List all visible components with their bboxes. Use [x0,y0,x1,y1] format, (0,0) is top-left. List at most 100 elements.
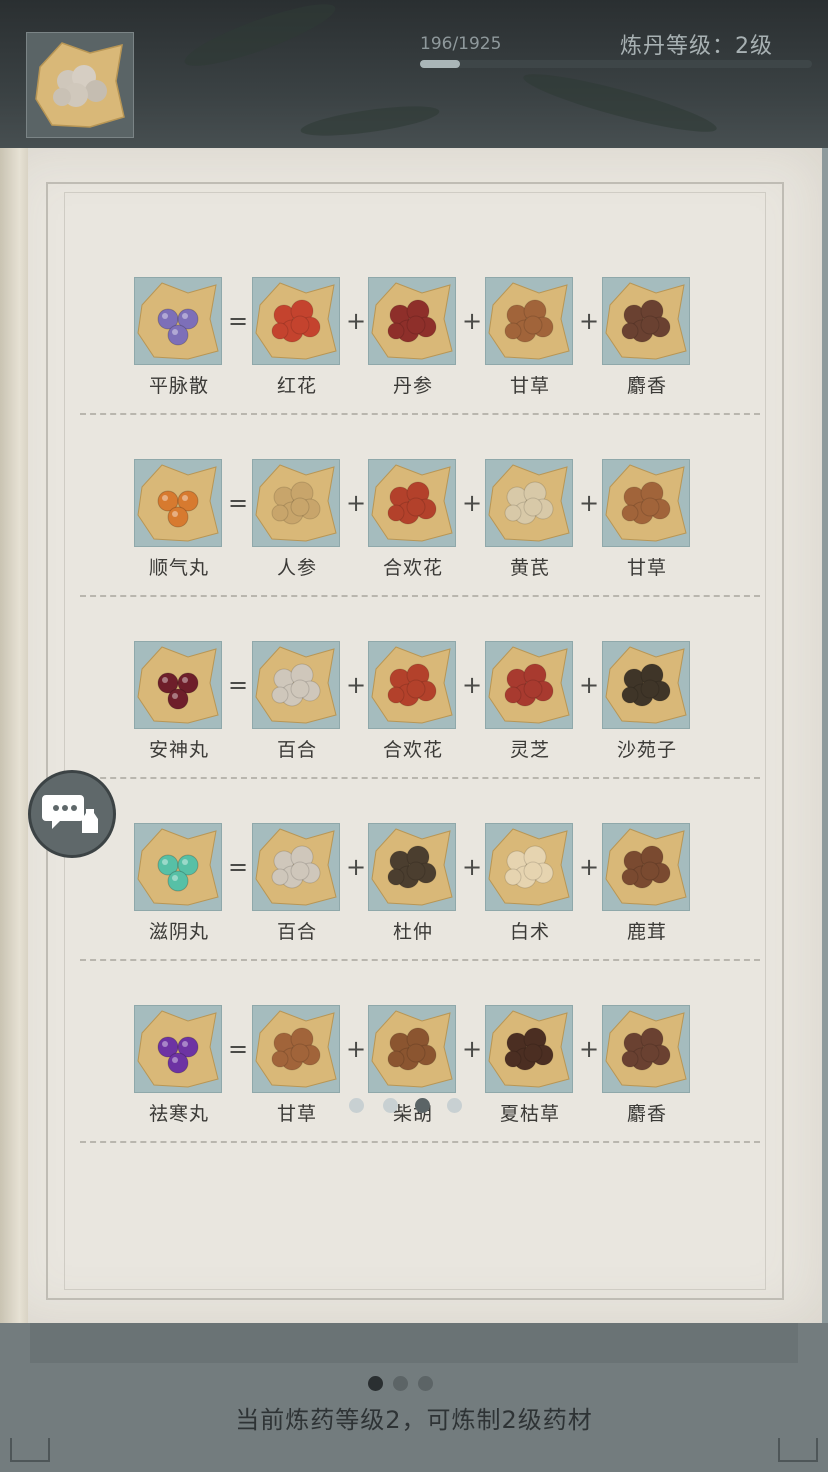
page-dot[interactable] [383,1098,398,1113]
footer-dot[interactable] [393,1376,408,1391]
equals-sign: = [227,853,249,881]
ingredient-card[interactable] [602,277,690,365]
ingredient-card[interactable] [602,823,690,911]
ingredient-label: 百合 [276,921,317,943]
baizhu-icon [488,828,570,906]
recipe-result[interactable]: 滋阴丸 [134,823,224,944]
ingredient-card[interactable] [368,459,456,547]
plus-sign: + [578,1035,600,1063]
gancao-icon [255,1010,337,1088]
ingredient-card[interactable] [485,641,573,729]
shexiang-icon [605,282,687,360]
footer-dot[interactable] [418,1376,433,1391]
ingredient-card[interactable] [485,459,573,547]
result-card[interactable] [134,1005,222,1093]
ingredient-label: 红花 [276,375,317,397]
ingredient-card[interactable] [368,641,456,729]
baihe-icon [255,646,337,724]
ingredient-card[interactable] [368,823,456,911]
recipe-ingredient[interactable]: 麝香 [602,277,692,398]
recipe-ingredient[interactable]: 丹参 [368,277,458,398]
recipe-ingredient[interactable]: 人参 [252,459,342,580]
ingredient-card[interactable] [485,823,573,911]
result-card[interactable] [134,459,222,547]
ingredient-card[interactable] [602,459,690,547]
alchemy-level-hint: 当前炼药等级2，可炼制2级药材 [235,1406,593,1434]
page-dot[interactable] [447,1098,462,1113]
plus-sign: + [345,489,367,517]
selected-item-slot[interactable] [26,32,134,138]
recipe-ingredient[interactable]: 甘草 [602,459,692,580]
recipe-ingredient[interactable]: 夏枯草 [485,1005,575,1126]
honghua-icon [255,282,337,360]
ingredient-label: 麝香 [626,1103,667,1125]
plus-sign: + [578,853,600,881]
recipe-row: 滋阴丸 百合 杜仲 白术 鹿茸 = + + + [134,823,694,953]
recipe-result[interactable]: 祛寒丸 [134,1005,224,1126]
ingredient-label: 灵芝 [509,739,550,761]
ingredient-card[interactable] [252,641,340,729]
recipe-result[interactable]: 顺气丸 [134,459,224,580]
ingredient-card[interactable] [252,823,340,911]
result-card[interactable] [134,823,222,911]
recipe-ingredient[interactable]: 红花 [252,277,342,398]
gancao-icon [488,282,570,360]
recipe-ingredient[interactable]: 麝香 [602,1005,692,1126]
ingredient-card[interactable] [252,277,340,365]
duzhong-icon [371,828,453,906]
ingredient-card[interactable] [602,1005,690,1093]
result-label: 顺气丸 [148,557,209,579]
chat-button[interactable] [28,770,116,858]
recipe-ingredient[interactable]: 百合 [252,641,342,762]
ingredient-label: 夏枯草 [499,1103,560,1125]
plus-sign: + [345,671,367,699]
ingredient-card[interactable] [485,1005,573,1093]
plus-sign: + [345,1035,367,1063]
recipe-ingredient[interactable]: 黄芪 [485,459,575,580]
recipe-ingredient[interactable]: 鹿茸 [602,823,692,944]
plus-sign: + [578,307,600,335]
recipe-ingredient[interactable]: 沙苑子 [602,641,692,762]
ziyinwan-icon [137,828,219,906]
recipe-result[interactable]: 安神丸 [134,641,224,762]
ingredient-card[interactable] [252,1005,340,1093]
recipe-ingredient[interactable]: 甘草 [252,1005,342,1126]
progress-bar [420,60,812,68]
ingredient-card[interactable] [368,277,456,365]
recipe-ingredient[interactable]: 甘草 [485,277,575,398]
ingredient-label: 沙苑子 [616,739,677,761]
pingmaisan-icon [137,282,219,360]
footer-page-indicator [366,1376,436,1392]
recipe-divider [80,959,760,961]
recipe-row: 平脉散 红花 丹参 甘草 麝香 = + + + [134,277,694,407]
plus-sign: + [461,489,483,517]
page-dot-active[interactable] [415,1098,430,1113]
result-card[interactable] [134,277,222,365]
shayuanzi-icon [605,646,687,724]
hehuanhua-icon [371,464,453,542]
ingredient-card[interactable] [252,459,340,547]
recipe-ingredient[interactable]: 白术 [485,823,575,944]
ingredient-label: 甘草 [626,557,667,579]
recipe-ingredient[interactable]: 合欢花 [368,459,458,580]
ingredient-card[interactable] [602,641,690,729]
page-dot[interactable] [349,1098,364,1113]
plus-sign: + [461,853,483,881]
recipe-ingredient[interactable]: 百合 [252,823,342,944]
book-spine [0,148,28,1323]
recipe-ingredient[interactable]: 杜仲 [368,823,458,944]
recipe-ingredient[interactable]: 灵芝 [485,641,575,762]
ingredient-card[interactable] [485,277,573,365]
recipe-result[interactable]: 平脉散 [134,277,224,398]
recipe-divider [80,1141,760,1143]
ingredient-card[interactable] [368,1005,456,1093]
huangqi-icon [488,464,570,542]
plus-sign: + [578,671,600,699]
shunqiwan-icon [137,464,219,542]
progress-text: 196/1925 [420,34,502,54]
result-card[interactable] [134,641,222,729]
recipe-ingredient[interactable]: 合欢花 [368,641,458,762]
ingredient-label: 人参 [276,557,317,579]
plus-sign: + [461,671,483,699]
footer-dot-active[interactable] [368,1376,383,1391]
